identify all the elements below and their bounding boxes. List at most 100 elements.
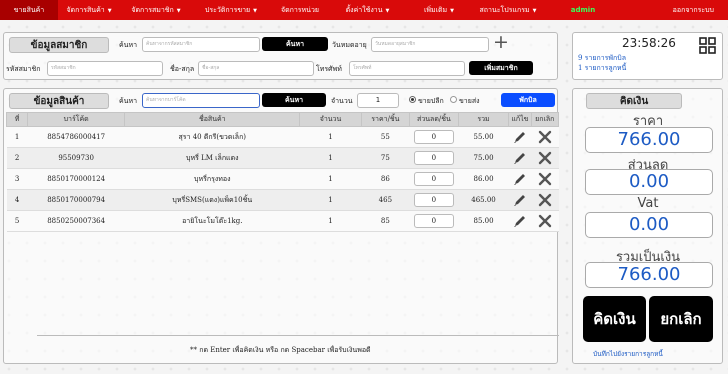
nav-item-8[interactable]: สถานะโปรแกรม ▼ [473, 0, 543, 20]
delete-x-icon[interactable] [537, 171, 553, 187]
discount-cell: 0 [409, 168, 459, 190]
column-header: แก้ไข [508, 112, 532, 127]
logout-link[interactable]: ออกจากระบบ [667, 0, 728, 20]
cancel-cell [531, 168, 559, 190]
price-value: 766.00 [585, 127, 713, 153]
edit-cell [508, 126, 531, 148]
save-to-debtor-link[interactable]: บันทึกไปยังรายการลูกหนี้ [593, 349, 663, 359]
debtor-count-link[interactable]: 1 รายการลูกหนี้ [578, 63, 626, 74]
cell-no: 2 [6, 147, 28, 169]
quantity-input[interactable]: 1 [357, 93, 399, 108]
discount-input[interactable]: 0 [413, 130, 454, 144]
cell-total: 85.00 [458, 210, 509, 232]
footer-divider [37, 335, 559, 336]
nav-item-7[interactable]: เพิ่มเติม ▼ [405, 0, 473, 20]
discount-input[interactable]: 0 [413, 151, 454, 165]
cell-barcode: 8850250007364 [27, 210, 125, 232]
cell-no: 1 [6, 126, 28, 148]
retail-radio[interactable] [409, 96, 416, 103]
nav-item-2[interactable]: จัดการสินค้า ▼ [58, 0, 120, 20]
delete-x-icon[interactable] [537, 192, 553, 208]
cell-qty: 1 [299, 189, 362, 211]
column-header: รวม [457, 112, 510, 127]
nav-item-label: จัดการหน่วย [280, 6, 319, 14]
delete-x-icon[interactable] [537, 213, 553, 229]
table-row: 3 8850170000124 บุหรี่กรุงทอง 1 86 0 86.00 [6, 168, 559, 190]
cell-no: 4 [6, 189, 28, 211]
retail-label: ขายปลีก [418, 97, 444, 105]
cell-barcode: 8850170000794 [27, 189, 125, 211]
edit-cell [508, 147, 531, 169]
expire-input[interactable]: วันหมดอายุสมาชิก [371, 37, 489, 52]
admin-user[interactable]: admin [543, 0, 623, 20]
discount-input[interactable]: 0 [413, 214, 454, 228]
nav-item-3[interactable]: จัดการสมาชิก ▼ [120, 0, 192, 20]
hold-bill-button[interactable]: พักบิล [501, 93, 555, 107]
total-value: 766.00 [585, 262, 713, 288]
wholesale-radio[interactable] [450, 96, 457, 103]
barcode-search-input[interactable]: ค้นหาจากบาร์โค้ด [142, 93, 260, 108]
edit-pencil-icon[interactable] [512, 213, 528, 229]
member-code-label: รหัสสมาชิก [6, 65, 41, 73]
discount-value: 0.00 [585, 169, 713, 195]
cell-price: 86 [361, 168, 410, 190]
caret-down-icon: ▼ [253, 8, 258, 14]
cell-total: 75.00 [458, 147, 509, 169]
nav-item-label: จัดการสินค้า [66, 6, 105, 14]
edit-pencil-icon[interactable] [512, 150, 528, 166]
nav-item-4[interactable]: ประวัติการขาย ▼ [192, 0, 270, 20]
add-member-button[interactable]: เพิ่มสมาชิก [469, 61, 533, 75]
table-row: 2 95509730 บุหรี่ LM เล็กแดง 1 75 0 75.00 [6, 147, 559, 169]
edit-pencil-icon[interactable] [512, 129, 528, 145]
product-search-button[interactable]: ค้นหา [262, 93, 326, 107]
nav-item-5[interactable]: จัดการหน่วย [270, 0, 330, 20]
column-header: ราคา/ชิ้น [360, 112, 411, 127]
nav-item-1[interactable]: ขายสินค้า [0, 0, 58, 20]
vat-label: Vat [637, 196, 659, 211]
pay-button[interactable]: คิดเงิน [583, 296, 646, 342]
quantity-label: จำนวน [331, 97, 353, 105]
caret-down-icon: ▼ [176, 8, 181, 14]
cart-table: ที่ บาร์โค้ด ชื่อสินค้า จำนวน ราคา/ชิ้น ส่วนล… [5, 112, 559, 232]
nav-item-label: เพิ่มเติม [423, 6, 448, 14]
caret-down-icon: ▼ [107, 8, 112, 14]
cell-name: บุหรี่กรุงทอง [124, 168, 300, 190]
add-member-plus-icon[interactable]: + [493, 31, 509, 53]
member-name-input[interactable]: ชื่อ-สกุล [198, 61, 314, 76]
member-title: ข้อมูลสมาชิก [9, 37, 109, 53]
nav-item-label: ประวัติการขาย [204, 6, 251, 14]
delete-x-icon[interactable] [537, 150, 553, 166]
nav-item-label: ขายสินค้า [13, 6, 45, 14]
discount-cell: 0 [409, 189, 459, 211]
phone-input[interactable]: โทรศัพท์ [349, 61, 465, 76]
edit-cell [508, 210, 531, 232]
caret-down-icon: ▼ [532, 8, 537, 14]
delete-x-icon[interactable] [537, 129, 553, 145]
column-header: ยกเลิก [530, 112, 559, 127]
member-code-input[interactable]: รหัสสมาชิก [47, 61, 163, 76]
member-search-button[interactable]: ค้นหา [262, 37, 328, 51]
cell-price: 75 [361, 147, 410, 169]
cell-name: สุรา 40 ดีกรี(ขวดเล็ก) [124, 126, 300, 148]
clock: 23:58:26 [622, 36, 676, 50]
grid-menu-icon[interactable] [699, 37, 716, 54]
cancel-cell [531, 126, 559, 148]
cell-name: บุหรี่ LM เล็กแดง [124, 147, 300, 169]
cell-total: 86.00 [458, 168, 509, 190]
discount-input[interactable]: 0 [413, 172, 454, 186]
member-search-input[interactable]: ค้นหาจากรหัสสมาชิก [142, 37, 260, 52]
edit-pencil-icon[interactable] [512, 171, 528, 187]
cell-barcode: 8850170000124 [27, 168, 125, 190]
cell-qty: 1 [299, 147, 362, 169]
cancel-bill-button[interactable]: ยกเลิก [649, 296, 713, 342]
edit-pencil-icon[interactable] [512, 192, 528, 208]
nav-item-label: จัดการสมาชิก [131, 6, 174, 14]
nav-item-6[interactable]: ตั้งค่าใช้งาน ▼ [330, 0, 405, 20]
member-name-label: ชื่อ-สกุล [170, 65, 195, 73]
keyboard-hint: ** กด Enter เพื่อคิดเงิน หรือ กด Spaceba… [190, 346, 371, 354]
cell-price: 465 [361, 189, 410, 211]
discount-input[interactable]: 0 [413, 193, 454, 207]
cancel-cell [531, 147, 559, 169]
table-row: 5 8850250007364 อายิโนะโมโต๊ะ1kg. 1 85 0 85.00 [6, 210, 559, 232]
cell-total: 55.00 [458, 126, 509, 148]
